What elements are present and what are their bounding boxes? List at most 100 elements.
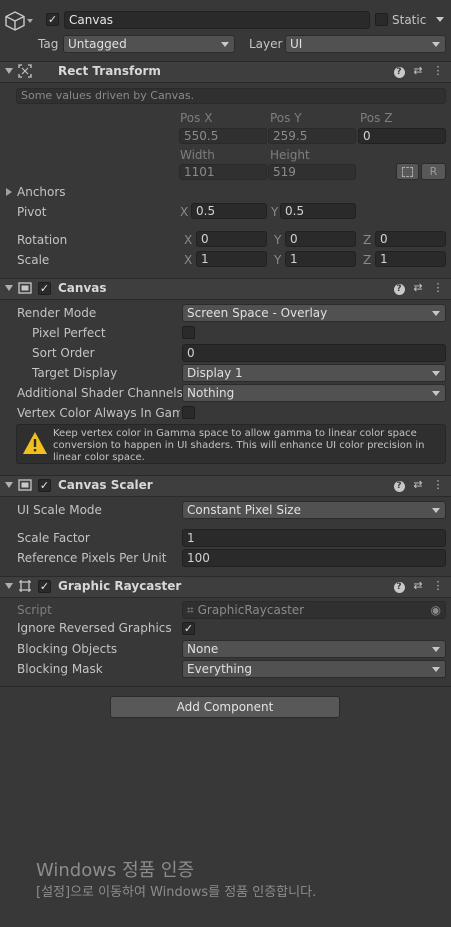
ref-ppu-field[interactable]: 100 — [182, 549, 446, 567]
blocking-objects-label: Blocking Objects — [17, 642, 118, 656]
chevron-down-icon — [432, 647, 440, 652]
rotation-y-field[interactable]: 0 — [285, 231, 356, 247]
kebab-menu-icon[interactable]: ⋮ — [431, 281, 445, 295]
blocking-mask-label: Blocking Mask — [17, 662, 103, 676]
canvas-scaler-icon — [18, 478, 32, 492]
height-field: 519 — [268, 164, 356, 180]
pixel-perfect-checkbox[interactable] — [182, 326, 195, 339]
pos-x-field: 550.5 — [179, 128, 267, 144]
active-checkbox[interactable]: ✓ — [46, 13, 59, 26]
canvas-header[interactable]: ✓ Canvas ? ⇄ ⋮ — [0, 278, 451, 300]
blocking-objects-dropdown[interactable]: None — [182, 640, 446, 658]
height-label: Height — [270, 148, 310, 162]
rotation-z-axis: Z — [363, 233, 372, 247]
sort-order-field[interactable]: 0 — [182, 344, 446, 362]
target-display-label: Target Display — [32, 366, 118, 380]
preset-icon[interactable]: ⇄ — [411, 64, 425, 78]
target-display-value: Display 1 — [187, 366, 243, 380]
rotation-x-field[interactable]: 0 — [196, 231, 267, 247]
canvas-scaler-enabled-checkbox[interactable]: ✓ — [38, 479, 51, 492]
foldout-arrow-icon[interactable] — [5, 285, 13, 291]
graphic-raycaster-enabled-checkbox[interactable]: ✓ — [38, 580, 51, 593]
tag-value: Untagged — [68, 37, 127, 51]
scale-factor-field[interactable]: 1 — [182, 529, 446, 547]
static-label: Static — [392, 13, 427, 27]
activation-watermark-title: Windows 정품 인증 — [36, 860, 195, 881]
foldout-arrow-icon[interactable] — [5, 68, 13, 74]
static-dropdown-icon[interactable] — [436, 17, 444, 22]
pivot-label: Pivot — [17, 205, 47, 219]
anchors-foldout-icon[interactable] — [6, 188, 12, 196]
shader-channels-value: Nothing — [187, 386, 235, 400]
help-icon[interactable]: ? — [392, 64, 406, 78]
canvas-title: Canvas — [58, 281, 107, 295]
canvas-scaler-title: Canvas Scaler — [58, 478, 153, 492]
preset-icon[interactable]: ⇄ — [411, 579, 425, 593]
pos-z-field[interactable]: 0 — [358, 128, 446, 144]
rotation-x-axis: X — [184, 233, 193, 247]
pivot-x-field[interactable]: 0.5 — [191, 203, 267, 219]
rotation-y-axis: Y — [274, 233, 282, 247]
canvas-scaler-header[interactable]: ✓ Canvas Scaler ? ⇄ ⋮ — [0, 475, 451, 497]
layer-dropdown[interactable]: UI — [285, 35, 446, 53]
scale-z-field[interactable]: 1 — [375, 251, 446, 267]
blocking-mask-value: Everything — [187, 662, 252, 676]
scale-x-field[interactable]: 1 — [196, 251, 267, 267]
script-value: GraphicRaycaster — [197, 603, 305, 617]
tag-dropdown[interactable]: Untagged — [63, 35, 235, 53]
target-display-dropdown[interactable]: Display 1 — [182, 364, 446, 382]
help-icon[interactable]: ? — [392, 478, 406, 492]
static-checkbox[interactable] — [375, 13, 388, 26]
shader-channels-dropdown[interactable]: Nothing — [182, 384, 446, 402]
gameobject-icon — [4, 10, 26, 32]
help-icon[interactable]: ? — [392, 281, 406, 295]
chevron-down-icon — [221, 42, 229, 47]
sort-order-label: Sort Order — [32, 346, 95, 360]
render-mode-dropdown[interactable]: Screen Space - Overlay — [182, 304, 446, 322]
component-divider — [0, 686, 451, 687]
pos-y-label: Pos Y — [270, 111, 302, 125]
render-mode-label: Render Mode — [17, 306, 97, 320]
object-name-input[interactable]: Canvas — [64, 11, 370, 29]
pixel-perfect-label: Pixel Perfect — [32, 326, 106, 340]
raw-edit-button[interactable]: R — [421, 163, 446, 180]
ui-scale-mode-dropdown[interactable]: Constant Pixel Size — [182, 501, 446, 519]
rect-transform-header[interactable]: Rect Transform ? ⇄ ⋮ — [0, 61, 451, 83]
ignore-reversed-label: Ignore Reversed Graphics — [17, 621, 172, 635]
rotation-label: Rotation — [17, 233, 68, 247]
preset-icon[interactable]: ⇄ — [411, 478, 425, 492]
kebab-menu-icon[interactable]: ⋮ — [431, 64, 445, 78]
script-label: Script — [17, 603, 52, 617]
width-label: Width — [180, 148, 215, 162]
blueprint-mode-button[interactable] — [396, 163, 419, 180]
canvas-enabled-checkbox[interactable]: ✓ — [38, 282, 51, 295]
graphic-raycaster-header[interactable]: ✓ Graphic Raycaster ? ⇄ ⋮ — [0, 576, 451, 598]
ref-ppu-label: Reference Pixels Per Unit — [17, 551, 167, 565]
scale-x-axis: X — [184, 253, 193, 267]
rotation-z-field[interactable]: 0 — [375, 231, 446, 247]
ui-scale-mode-label: UI Scale Mode — [17, 503, 102, 517]
script-field: ⌗ GraphicRaycaster ◉ — [182, 601, 446, 619]
kebab-menu-icon[interactable]: ⋮ — [431, 579, 445, 593]
rect-transform-icon — [18, 64, 32, 78]
anchors-label[interactable]: Anchors — [17, 185, 66, 199]
help-icon[interactable]: ? — [392, 579, 406, 593]
blocking-objects-value: None — [187, 642, 219, 656]
activation-watermark-subtitle: [설정]으로 이동하여 Windows를 정품 인증합니다. — [36, 885, 317, 900]
ignore-reversed-checkbox[interactable]: ✓ — [182, 622, 195, 635]
foldout-arrow-icon[interactable] — [5, 482, 13, 488]
scale-factor-label: Scale Factor — [17, 531, 90, 545]
chevron-down-icon — [432, 42, 440, 47]
vertex-color-checkbox[interactable] — [182, 406, 195, 419]
foldout-arrow-icon[interactable] — [5, 583, 13, 589]
preset-icon[interactable]: ⇄ — [411, 281, 425, 295]
scale-y-field[interactable]: 1 — [285, 251, 356, 267]
blocking-mask-dropdown[interactable]: Everything — [182, 660, 446, 678]
pivot-y-field[interactable]: 0.5 — [280, 203, 356, 219]
add-component-button[interactable]: Add Component — [110, 696, 340, 718]
layer-value: UI — [290, 37, 303, 51]
chevron-down-icon — [432, 311, 440, 316]
kebab-menu-icon[interactable]: ⋮ — [431, 478, 445, 492]
gamma-warning-box: Keep vertex color in Gamma space to allo… — [16, 424, 446, 464]
chevron-down-icon[interactable] — [27, 19, 33, 23]
